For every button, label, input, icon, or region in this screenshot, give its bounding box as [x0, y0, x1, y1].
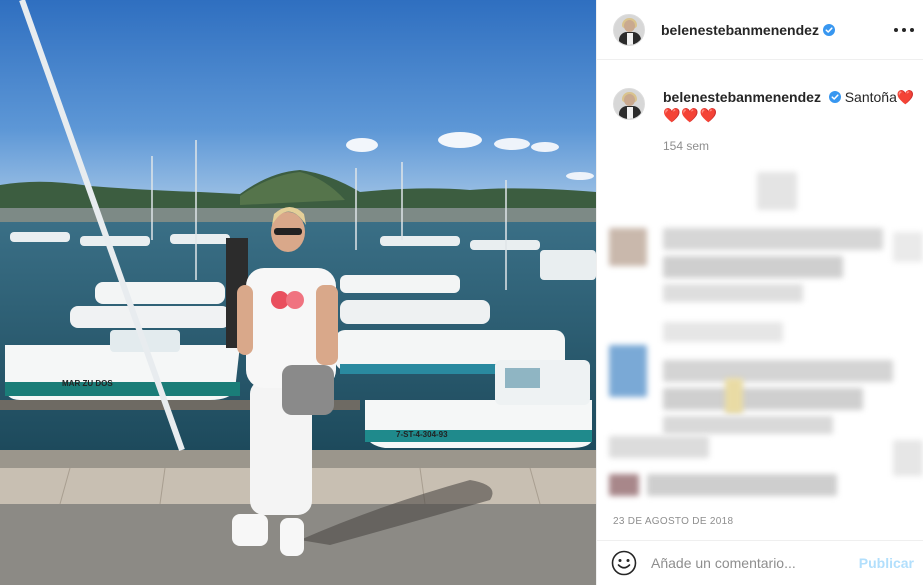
- verified-badge-icon: [822, 23, 835, 36]
- comment-bar: Publicar: [597, 540, 923, 585]
- emoji-smile-icon[interactable]: [611, 550, 637, 576]
- caption-time-ago[interactable]: 154 sem: [663, 139, 709, 153]
- caption-username[interactable]: belenestebanmenendez: [663, 89, 821, 105]
- post-photo[interactable]: MAR ZU DOS 7-ST-4-304-93: [0, 0, 596, 585]
- boat-name-text: MAR ZU DOS: [62, 379, 113, 388]
- post-header: belenestebanmenendez: [597, 0, 923, 60]
- caption-text: belenestebanmenendez Santoña❤️❤️❤️❤️: [663, 88, 918, 124]
- caption-avatar[interactable]: [613, 88, 645, 120]
- caption-body: Santoña: [844, 89, 897, 105]
- post-side-panel: belenestebanmenendez belenestebanmenende…: [596, 0, 923, 585]
- more-options-icon[interactable]: [894, 21, 914, 39]
- boat-registration-text: 7-ST-4-304-93: [396, 430, 448, 439]
- post-username[interactable]: belenestebanmenendez: [661, 22, 819, 38]
- comment-input[interactable]: [651, 555, 851, 571]
- avatar[interactable]: [613, 13, 645, 46]
- publish-button[interactable]: Publicar: [859, 555, 914, 571]
- verified-badge-icon: [828, 91, 841, 103]
- post-date[interactable]: 23 DE AGOSTO DE 2018: [613, 516, 733, 527]
